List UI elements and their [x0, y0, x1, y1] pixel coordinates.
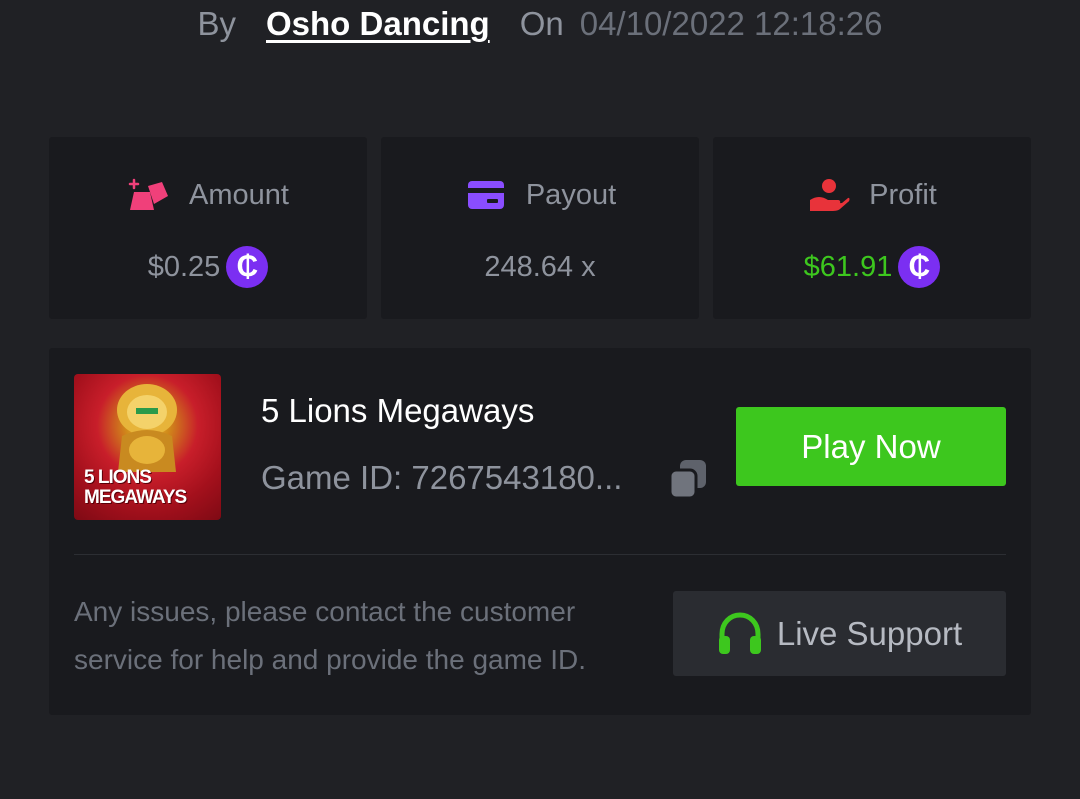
payout-value: 248.64 x — [484, 250, 596, 283]
payout-header: Payout — [381, 175, 699, 215]
bet-detail-page: By Osho Dancing On 04/10/2022 12:18:26 A… — [0, 0, 1080, 799]
coin-icon: ₵ — [226, 246, 269, 288]
play-now-button[interactable]: Play Now — [736, 407, 1006, 486]
divider — [74, 554, 1006, 555]
help-text: Any issues, please contact the customer … — [74, 596, 587, 675]
amount-label: Amount — [189, 178, 289, 211]
bet-datetime: 04/10/2022 12:18:26 — [579, 5, 883, 42]
on-label: On — [519, 5, 564, 42]
live-support-button[interactable]: Live Support — [673, 591, 1006, 676]
payout-label: Payout — [525, 178, 617, 211]
lion-statue-icon — [117, 384, 177, 472]
profit-hand-icon — [807, 177, 851, 213]
profit-label: Profit — [869, 178, 937, 211]
thumbnail-logo-line-1: 5 LIONS — [84, 467, 152, 488]
bet-stats: Amount $0.25 ₵ Payout 248.64 x Profit $6… — [49, 137, 1031, 319]
coin-icon: ₵ — [898, 246, 941, 288]
live-support-label: Live Support — [776, 614, 963, 652]
amount-value: $0.25 — [147, 250, 221, 283]
amount-header: Amount — [49, 175, 367, 215]
amount-card: Amount $0.25 ₵ — [49, 137, 367, 319]
amount-value-row: $0.25 ₵ — [49, 245, 367, 289]
card-icon — [464, 177, 508, 213]
payout-card: Payout 248.64 x — [381, 137, 699, 319]
by-label: By — [197, 5, 236, 42]
username-link[interactable]: Osho Dancing — [266, 5, 490, 43]
game-id: Game ID: 7267543180... — [261, 459, 623, 496]
profit-card: Profit $61.91 ₵ — [713, 137, 1031, 319]
thumbnail-logo-line-2: MEGAWAYS — [84, 487, 187, 508]
copy-icon[interactable] — [668, 458, 708, 500]
game-panel: 5 LIONS MEGAWAYS 5 Lions Megaways Game I… — [49, 348, 1031, 715]
amount-icon — [127, 177, 171, 213]
profit-value: $61.91 — [803, 250, 893, 283]
profit-value-row: $61.91 ₵ — [713, 245, 1031, 289]
profit-header: Profit — [713, 175, 1031, 215]
bet-byline: By Osho Dancing On 04/10/2022 12:18:26 — [0, 4, 1080, 44]
thumbnail-logo: 5 LIONS MEGAWAYS — [84, 467, 187, 508]
headset-icon — [718, 611, 761, 654]
game-title: 5 Lions Megaways — [261, 392, 535, 429]
payout-value-row: 248.64 x — [381, 245, 699, 289]
game-thumbnail[interactable]: 5 LIONS MEGAWAYS — [74, 374, 221, 520]
